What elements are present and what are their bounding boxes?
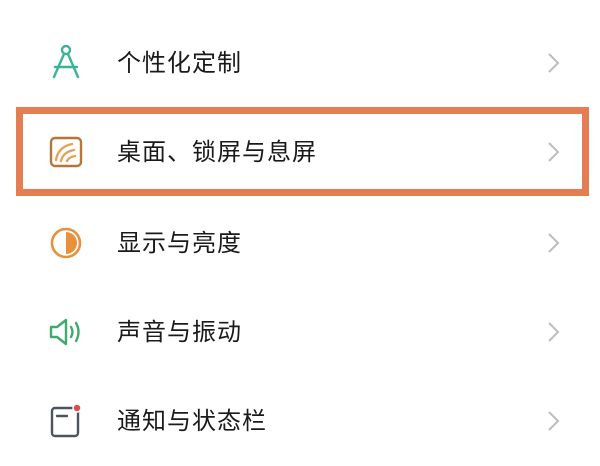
settings-item-desktop-lockscreen[interactable]: 桌面、锁屏与息屏 bbox=[0, 107, 600, 197]
settings-item-label: 桌面、锁屏与息屏 bbox=[117, 138, 317, 166]
chevron-right-icon bbox=[544, 231, 564, 255]
chevron-right-icon bbox=[544, 320, 564, 344]
settings-item-label: 声音与振动 bbox=[117, 318, 242, 346]
compass-drafting-icon bbox=[46, 43, 86, 83]
chevron-right-icon bbox=[544, 51, 564, 75]
settings-item-label: 通知与状态栏 bbox=[117, 407, 267, 435]
settings-item-label: 显示与亮度 bbox=[117, 229, 242, 257]
chevron-right-icon bbox=[544, 409, 564, 433]
settings-item-notifications-statusbar[interactable]: 通知与状态栏 bbox=[0, 376, 600, 466]
notification-icon bbox=[46, 401, 86, 441]
settings-item-display-brightness[interactable]: 显示与亮度 bbox=[0, 198, 600, 288]
speaker-icon bbox=[46, 312, 86, 352]
settings-item-label: 个性化定制 bbox=[117, 49, 242, 77]
settings-list: 个性化定制 桌面、锁屏与息屏 显示与亮度 声音与振动 通知与状态栏 bbox=[0, 0, 600, 450]
brightness-icon bbox=[46, 223, 86, 263]
wallpaper-icon bbox=[46, 132, 86, 172]
settings-item-personalization[interactable]: 个性化定制 bbox=[0, 18, 600, 108]
settings-item-sound-vibration[interactable]: 声音与振动 bbox=[0, 287, 600, 377]
chevron-right-icon bbox=[544, 140, 564, 164]
